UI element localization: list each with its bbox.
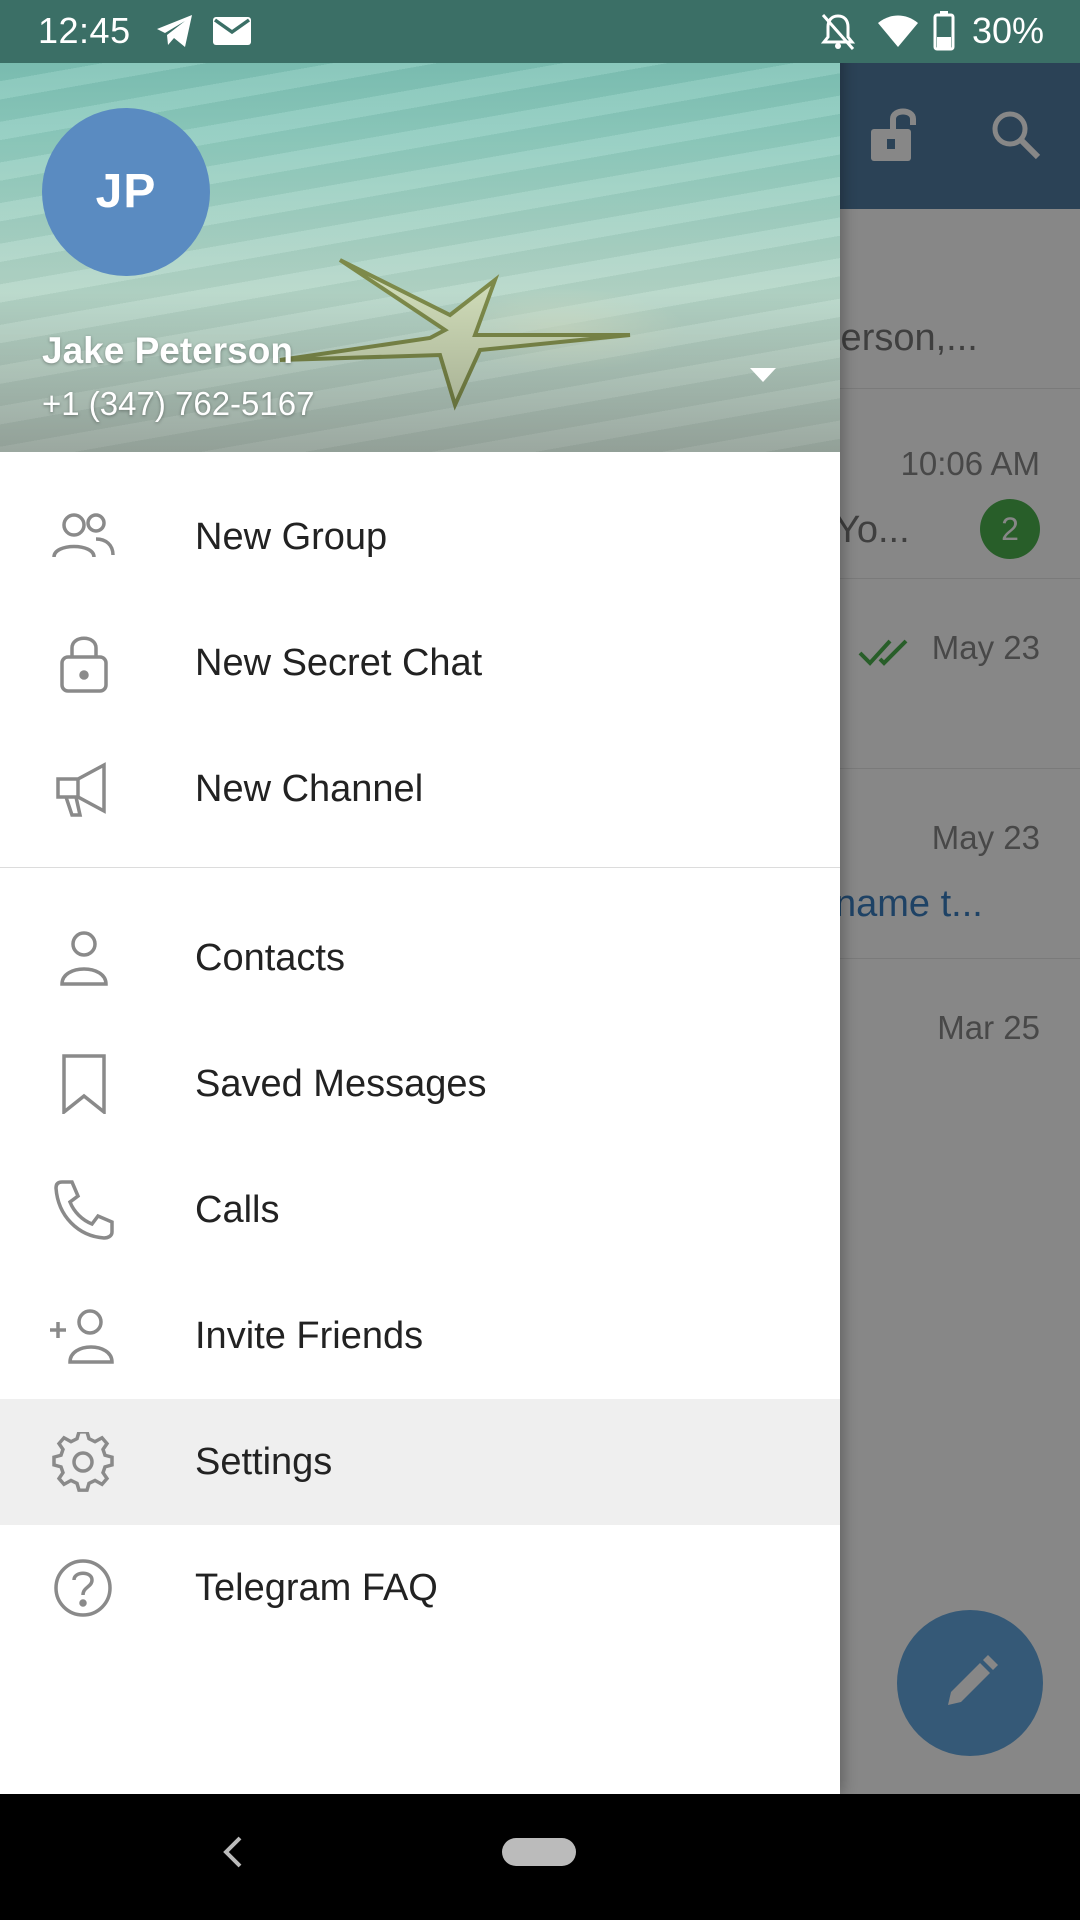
chevron-down-icon[interactable] — [744, 360, 782, 390]
menu-label: New Channel — [195, 768, 424, 810]
menu-label: Telegram FAQ — [195, 1567, 438, 1609]
menu-label: Settings — [195, 1441, 333, 1483]
back-icon[interactable] — [218, 1834, 248, 1875]
menu-item-contacts[interactable]: Contacts — [0, 895, 840, 1021]
navigation-drawer: JP Jake Peterson +1 (347) 762-5167 New G… — [0, 0, 840, 1794]
menu-item-new-group[interactable]: New Group — [0, 474, 840, 600]
menu-item-new-channel[interactable]: New Channel — [0, 726, 840, 852]
menu-label: Invite Friends — [195, 1315, 424, 1357]
home-button[interactable] — [502, 1838, 576, 1866]
menu-label: New Secret Chat — [195, 642, 483, 684]
menu-divider — [0, 867, 840, 868]
battery-icon — [933, 11, 955, 56]
status-time: 12:45 — [38, 10, 131, 51]
phone-icon — [50, 1180, 116, 1240]
drawer-menu: New Group New Secret Chat New Channel Co… — [0, 452, 840, 1651]
menu-item-saved-messages[interactable]: Saved Messages — [0, 1021, 840, 1147]
menu-item-calls[interactable]: Calls — [0, 1147, 840, 1273]
telegram-icon — [155, 12, 195, 55]
menu-label: Saved Messages — [195, 1063, 487, 1105]
battery-percent: 30% — [971, 10, 1044, 51]
menu-label: Contacts — [195, 937, 345, 979]
menu-item-invite-friends[interactable]: Invite Friends — [0, 1273, 840, 1399]
drawer-header: JP Jake Peterson +1 (347) 762-5167 — [0, 0, 840, 452]
avatar[interactable]: JP — [42, 108, 210, 276]
menu-item-telegram-faq[interactable]: Telegram FAQ — [0, 1525, 840, 1651]
menu-label: New Group — [195, 516, 388, 558]
mail-icon — [212, 15, 252, 52]
gear-icon — [50, 1430, 116, 1492]
do-not-disturb-icon — [820, 12, 856, 57]
system-navigation-bar — [0, 1794, 1080, 1920]
person-icon — [50, 928, 116, 988]
bookmark-icon — [50, 1054, 116, 1116]
menu-item-new-secret-chat[interactable]: New Secret Chat — [0, 600, 840, 726]
header-shade — [0, 292, 840, 452]
add-person-icon — [50, 1306, 116, 1366]
user-name: Jake Peterson — [42, 330, 293, 371]
menu-item-settings[interactable]: Settings — [0, 1399, 840, 1525]
wifi-icon — [877, 14, 919, 53]
user-phone: +1 (347) 762-5167 — [42, 385, 315, 422]
help-icon — [50, 1558, 116, 1618]
status-bar: 12:45 30% — [0, 0, 1080, 63]
lock-icon — [50, 633, 116, 693]
group-icon — [50, 507, 116, 567]
menu-label: Calls — [195, 1189, 280, 1231]
megaphone-icon — [50, 759, 116, 819]
